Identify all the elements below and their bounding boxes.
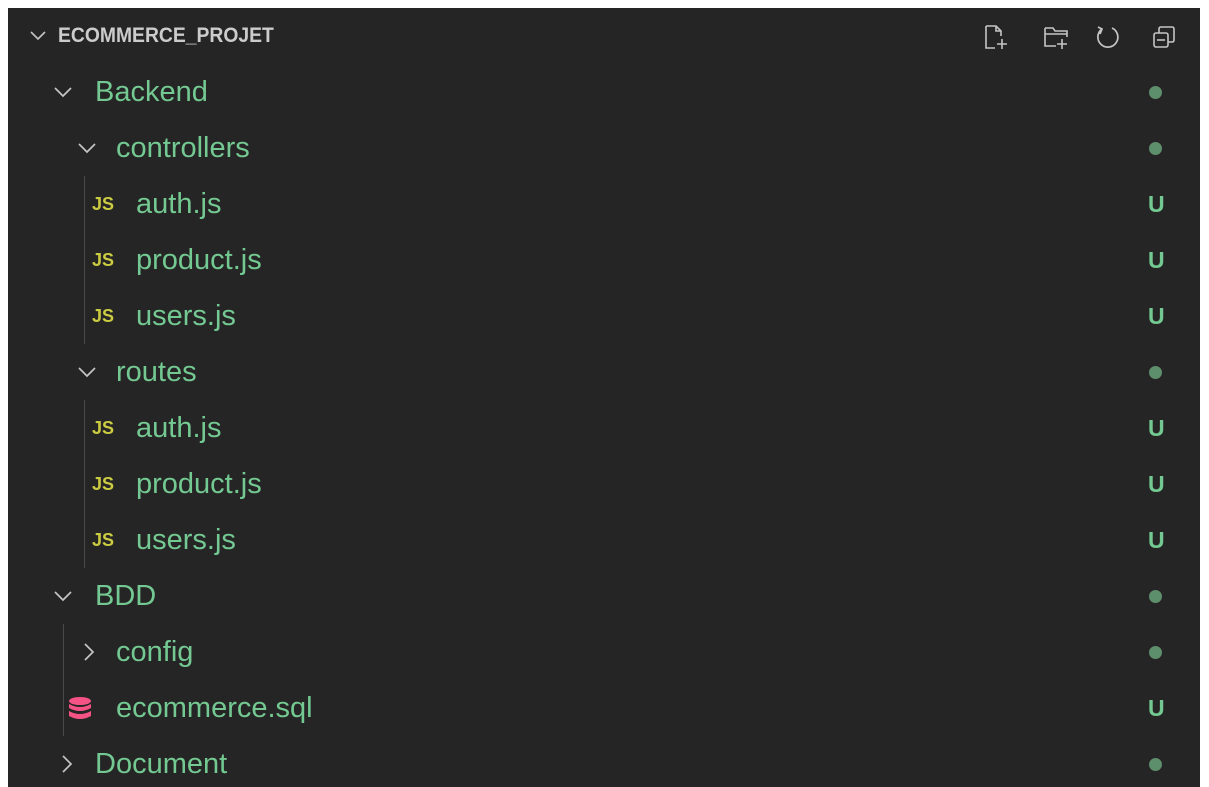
tree-item-label: users.js xyxy=(136,524,236,556)
chevron-down-icon xyxy=(54,87,72,98)
status-dot xyxy=(1149,142,1162,155)
chevron-right-icon xyxy=(62,755,73,773)
chevron-down-icon xyxy=(54,591,72,602)
new-folder-icon xyxy=(1044,27,1068,49)
tree-file-users-js[interactable]: JS users.js U xyxy=(8,288,1200,344)
status-dot xyxy=(1149,86,1162,99)
tree-file-users-js[interactable]: JS users.js U xyxy=(8,512,1200,568)
status-dot xyxy=(1149,366,1162,379)
tree-folder-config[interactable]: config xyxy=(8,624,1200,680)
js-file-icon: JS xyxy=(92,418,115,438)
chevron-down-icon xyxy=(78,143,96,154)
tree-item-label: controllers xyxy=(116,132,250,164)
tree-folder-bdd[interactable]: BDD xyxy=(8,568,1200,624)
database-icon xyxy=(69,697,91,719)
chevron-down-icon[interactable] xyxy=(28,25,48,45)
tree-item-label: Document xyxy=(95,748,228,780)
new-file-icon xyxy=(985,25,1007,49)
tree-item-label: product.js xyxy=(136,468,262,500)
tree-item-label: config xyxy=(116,636,194,668)
tree-item-label: BDD xyxy=(95,580,157,612)
tree-item-label: ecommerce.sql xyxy=(116,692,313,724)
tree-item-label: auth.js xyxy=(136,412,222,444)
collapse-all-icon xyxy=(1153,26,1175,48)
git-status-badge: U xyxy=(1148,695,1165,721)
tree-item-label: routes xyxy=(116,356,197,388)
explorer-actions xyxy=(960,8,1200,64)
chevron-down-icon xyxy=(78,367,96,378)
explorer-panel: ECOMMERCE_PROJET Backend controllers JS … xyxy=(8,8,1200,787)
tree-folder-backend[interactable]: Backend xyxy=(8,64,1200,120)
git-status-badge: U xyxy=(1148,303,1165,329)
new-folder-button[interactable] xyxy=(1040,21,1072,53)
status-dot xyxy=(1149,758,1162,771)
js-file-icon: JS xyxy=(92,250,115,270)
git-status-badge: U xyxy=(1148,191,1165,217)
git-status-badge: U xyxy=(1148,247,1165,273)
js-file-icon: JS xyxy=(92,306,115,326)
tree-file-auth-js[interactable]: JS auth.js U xyxy=(8,400,1200,456)
status-dot xyxy=(1149,590,1162,603)
explorer-header[interactable]: ECOMMERCE_PROJET xyxy=(8,8,1200,64)
tree-item-label: auth.js xyxy=(136,188,222,220)
refresh-icon xyxy=(1097,26,1119,48)
js-file-icon: JS xyxy=(92,530,115,550)
tree-folder-document[interactable]: Document xyxy=(8,736,1200,787)
git-status-badge: U xyxy=(1148,527,1165,553)
tree-file-ecommerce-sql[interactable]: ecommerce.sql U xyxy=(8,680,1200,736)
workspace-title[interactable]: ECOMMERCE_PROJET xyxy=(58,8,274,64)
collapse-all-button[interactable] xyxy=(1148,21,1180,53)
git-status-badge: U xyxy=(1148,415,1165,441)
tree-file-auth-js[interactable]: JS auth.js U xyxy=(8,176,1200,232)
new-file-button[interactable] xyxy=(980,21,1012,53)
refresh-button[interactable] xyxy=(1092,21,1124,53)
status-dot xyxy=(1149,646,1162,659)
js-file-icon: JS xyxy=(92,194,115,214)
tree-file-product-js[interactable]: JS product.js U xyxy=(8,232,1200,288)
js-file-icon: JS xyxy=(92,474,115,494)
tree-item-label: Backend xyxy=(95,76,208,108)
tree-folder-routes[interactable]: routes xyxy=(8,344,1200,400)
tree-folder-controllers[interactable]: controllers xyxy=(8,120,1200,176)
tree-file-product-js[interactable]: JS product.js U xyxy=(8,456,1200,512)
tree-item-label: users.js xyxy=(136,300,236,332)
tree-item-label: product.js xyxy=(136,244,262,276)
chevron-right-icon xyxy=(84,643,95,661)
git-status-badge: U xyxy=(1148,471,1165,497)
